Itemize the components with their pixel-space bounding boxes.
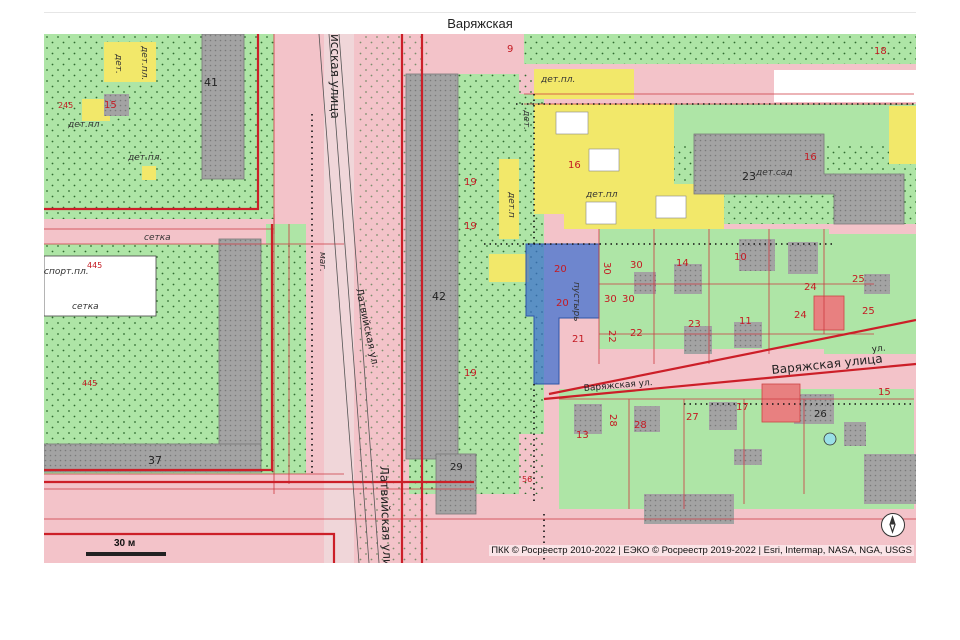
parcel-number-label: 11 bbox=[739, 316, 752, 327]
scale-bar-line bbox=[86, 552, 166, 556]
label-pustyr: пустырь bbox=[571, 282, 581, 322]
parcel-number-label: 16 bbox=[804, 152, 817, 163]
label-mag: маг. bbox=[317, 252, 327, 272]
label-setka: сетка bbox=[144, 233, 171, 243]
cadastral-map[interactable]: исская улица Латвийская ул. Латвийская у… bbox=[44, 34, 916, 563]
parcel-number-label: 22 bbox=[630, 328, 643, 339]
parcel-number-label: 14 bbox=[676, 258, 689, 269]
label-setka2: сетка bbox=[72, 302, 99, 312]
compass-button[interactable] bbox=[881, 513, 905, 537]
parcel-number-label: 56 bbox=[522, 475, 532, 484]
label-det-1: дет. bbox=[113, 53, 123, 74]
parcel-number-label: 24 bbox=[804, 282, 817, 293]
parcel-number-label: 19 bbox=[464, 368, 477, 379]
parcel-number-label: 30 bbox=[601, 262, 612, 275]
map-view[interactable]: исская улица Латвийская ул. Латвийская у… bbox=[44, 34, 916, 563]
parcel-number-label: 18 bbox=[874, 46, 887, 57]
parcel-number-label: 30 bbox=[604, 294, 617, 305]
parcel-number-label: 9 bbox=[507, 44, 513, 55]
parcel-number-label: 22 bbox=[606, 330, 617, 343]
parcel-number-label: 15 bbox=[878, 387, 891, 398]
parcel-number-label: 245 bbox=[58, 101, 73, 110]
parcel-number-label: 19 bbox=[464, 177, 477, 188]
scale-label: 30 м bbox=[114, 538, 136, 549]
parcel-number-label: 13 bbox=[576, 430, 589, 441]
map-title: Варяжская bbox=[44, 12, 916, 35]
label-det-2: дет.пл. bbox=[139, 45, 149, 80]
parcel-number-label: 21 bbox=[572, 334, 585, 345]
label-det-sad: дет.сад bbox=[755, 168, 793, 178]
parcel-number-label: 25 bbox=[862, 306, 875, 317]
parcel-number-label: 20 bbox=[556, 298, 569, 309]
parcel-number-label: 30 bbox=[630, 260, 643, 271]
parcel-number-label: 19 bbox=[464, 221, 477, 232]
street-latv-top: исская улица bbox=[328, 34, 342, 119]
label-det-4: дет.пл bbox=[67, 120, 100, 130]
parcel-number-label: 17 bbox=[736, 402, 749, 413]
parcel-number-label: 26 bbox=[814, 409, 827, 420]
label-det-5: дет.пл. bbox=[540, 75, 575, 85]
label-det-8: дет.п bbox=[506, 191, 516, 218]
parcel-number-label: 28 bbox=[634, 420, 647, 431]
pond bbox=[823, 432, 837, 446]
parcel-number-label: 41 bbox=[204, 76, 218, 89]
parcel-number-label: 28 bbox=[607, 414, 618, 427]
parcel-number-label: 29 bbox=[450, 462, 463, 473]
label-det-3: дет.пл. bbox=[127, 153, 162, 163]
parcel-number-label: 23 bbox=[688, 319, 701, 330]
parcel-number-label: 16 bbox=[568, 160, 581, 171]
parcel-number-label: 15 bbox=[104, 100, 117, 111]
parcel-number-label: 445 bbox=[87, 261, 102, 270]
street-varyazh-ul: ул. bbox=[871, 344, 886, 355]
parcel-number-label: 24 bbox=[794, 310, 807, 321]
attribution: ПКК © Росреестр 2010-2022 | ЕЭКО © Росре… bbox=[489, 545, 914, 556]
parcel-number-label: 37 bbox=[148, 454, 162, 467]
label-det-6: дет.пл bbox=[585, 190, 618, 200]
parcel-number-label: 42 bbox=[432, 290, 446, 303]
parcel-number-label: 30 bbox=[622, 294, 635, 305]
label-det-7: дет. bbox=[521, 109, 531, 130]
parcel-number-label: 445 bbox=[82, 379, 97, 388]
parcel-number-label: 10 bbox=[734, 252, 747, 263]
scale-bar: 30 м bbox=[86, 538, 176, 556]
compass-icon bbox=[889, 515, 896, 534]
parcel-number-label: 25 bbox=[852, 274, 865, 285]
parcel-number-label: 27 bbox=[686, 412, 699, 423]
parcel-number-label: 23 bbox=[742, 170, 756, 183]
label-sport: спорт.пл. bbox=[44, 267, 89, 277]
parcel-number-label: 20 bbox=[554, 264, 567, 275]
